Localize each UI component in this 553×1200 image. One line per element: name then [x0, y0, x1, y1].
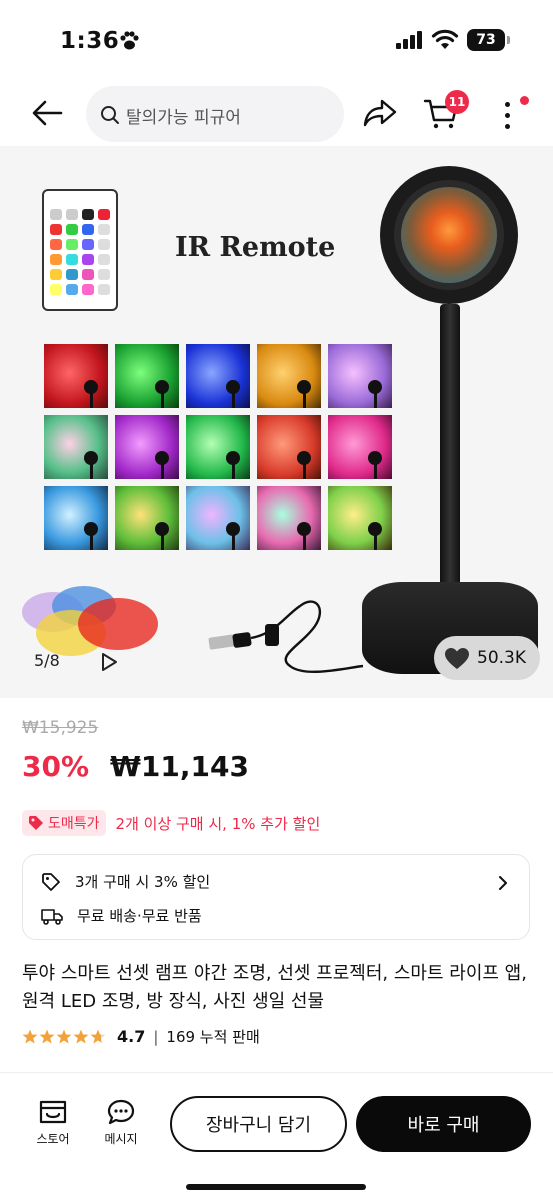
benefits-box[interactable]: 3개 구매 시 3% 할인 무료 배송·무료 반품 [22, 854, 530, 940]
signal-icon [396, 31, 422, 49]
product-image-gallery[interactable]: IR Remote 5/8 50.3K [0, 146, 553, 698]
color-tile [44, 415, 108, 479]
color-tile [328, 486, 392, 550]
heart-icon [445, 648, 469, 669]
tag-icon [29, 816, 43, 830]
search-icon [101, 106, 119, 124]
color-tile [328, 344, 392, 408]
product-title: 투야 스마트 선셋 램프 야간 조명, 선셋 프로젝터, 스마트 라이프 앱, … [22, 963, 527, 1012]
rating-divider: | [153, 1027, 159, 1046]
home-indicator [186, 1184, 366, 1190]
search-placeholder: 탈의가능 피규어 [126, 108, 241, 128]
paw-icon [120, 31, 139, 50]
battery-indicator: 73 [467, 29, 510, 51]
usb-cable-image [208, 600, 364, 673]
add-to-cart-button[interactable]: 장바구니 담기 [170, 1096, 347, 1152]
wifi-icon [431, 29, 459, 49]
cart-count-badge: 11 [445, 90, 469, 114]
image-counter: 5/8 [34, 651, 60, 670]
color-tile [257, 344, 321, 408]
wholesale-tag-label: 도매특가 [48, 816, 100, 832]
more-menu-icon[interactable] [496, 100, 520, 132]
color-tile [44, 344, 108, 408]
notification-dot [520, 96, 529, 105]
like-count: 50.3K [477, 648, 526, 668]
chat-bubble-icon [107, 1099, 135, 1125]
color-swatch-thumbnail [22, 586, 162, 656]
bulk-discount-text: 3개 구매 시 3% 할인 [75, 873, 211, 891]
free-shipping-text: 무료 배송·무료 반품 [77, 907, 202, 925]
free-shipping-row: 무료 배송·무료 반품 [41, 905, 202, 926]
store-tab[interactable]: 스토어 [28, 1098, 78, 1147]
wholesale-promo-text: 2개 이상 구매 시, 1% 추가 할인 [115, 814, 321, 833]
star-rating-icon [22, 1029, 107, 1044]
color-tile [257, 415, 321, 479]
sale-price: ₩11,143 [110, 750, 249, 783]
status-time: 1:36 [60, 28, 120, 54]
ir-remote-label: IR Remote [175, 232, 336, 263]
buy-now-button[interactable]: 바로 구매 [356, 1096, 531, 1152]
color-mode-grid [44, 344, 392, 550]
discount-rate: 30% [22, 750, 90, 783]
color-tile [115, 415, 179, 479]
top-nav: 탈의가능 피규어 11 [0, 82, 553, 144]
rating-row[interactable]: 4.7 | 169 누적 판매 [22, 1026, 260, 1047]
messages-tab-label: 메시지 [104, 1132, 138, 1146]
sales-count: 169 누적 판매 [166, 1028, 260, 1046]
original-price: ₩15,925 [22, 718, 99, 738]
bottom-action-bar: 스토어 메시지 장바구니 담기 바로 구매 [0, 1080, 553, 1200]
color-tile [186, 415, 250, 479]
lamp-neck-image [440, 304, 460, 604]
status-bar: 1:36 73 [0, 0, 553, 80]
search-input[interactable]: 탈의가능 피규어 [86, 86, 344, 142]
like-button[interactable]: 50.3K [434, 636, 540, 680]
color-tile [328, 415, 392, 479]
rating-score: 4.7 [117, 1027, 146, 1046]
messages-tab[interactable]: 메시지 [96, 1098, 146, 1147]
color-tile [186, 344, 250, 408]
bulk-discount-row: 3개 구매 시 3% 할인 [41, 871, 210, 892]
color-tile [186, 486, 250, 550]
color-tile [115, 486, 179, 550]
color-tile [44, 486, 108, 550]
back-arrow-icon[interactable] [30, 98, 64, 128]
lamp-lens-image [401, 187, 497, 283]
delivery-truck-icon [41, 908, 63, 925]
store-icon [39, 1100, 67, 1124]
wholesale-promo: 도매특가 2개 이상 구매 시, 1% 추가 할인 [22, 810, 320, 836]
share-icon[interactable] [362, 98, 398, 128]
store-tab-label: 스토어 [36, 1132, 70, 1146]
remote-control-image [42, 189, 118, 311]
chevron-right-icon [499, 876, 507, 890]
section-divider [0, 1072, 553, 1073]
play-icon[interactable] [100, 652, 118, 672]
wholesale-tag: 도매특가 [22, 810, 106, 836]
color-tile [115, 344, 179, 408]
color-tile [257, 486, 321, 550]
coupon-tag-icon [42, 872, 60, 891]
